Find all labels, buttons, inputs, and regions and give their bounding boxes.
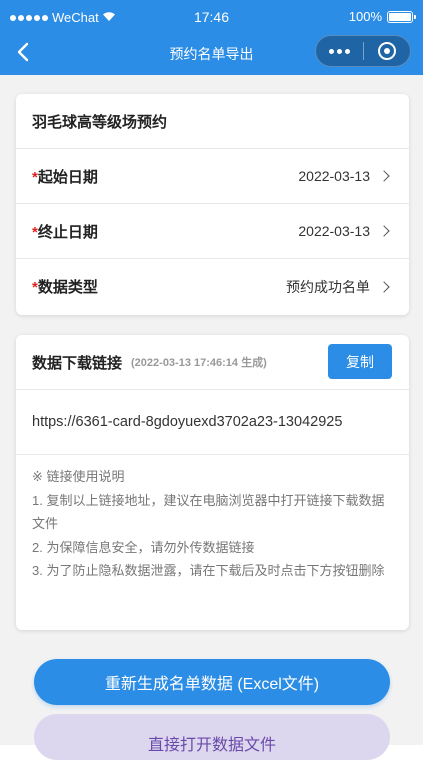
venue-title: 羽毛球高等级场预约 [16,94,409,149]
download-link-card: 数据下载链接 (2022-03-13 17:46:14 生成) 复制 https… [16,335,409,630]
download-link-title: 数据下载链接 [32,354,123,372]
more-dots-icon [328,48,334,54]
regenerate-data-button[interactable]: 重新生成名单数据 (Excel文件) [34,659,390,705]
chevron-right-icon [378,225,390,237]
usage-notes: ※ 链接使用说明 1. 复制以上链接地址，建议在电脑浏览器中打开链接下载数据文件… [16,455,409,583]
top-bar: WeChat 17:46 100% 预约名单导出 [0,0,423,75]
usage-note-3: 3. 为了防止隐私数据泄露，请在下载后及时点击下方按钮删除 [32,563,385,578]
usage-note-2: 2. 为保障信息安全，请勿外传数据链接 [32,539,255,555]
end-date-value: 2022-03-13 [298,223,370,239]
mini-program-capsule [315,35,411,67]
target-icon [377,42,396,60]
chevron-right-icon [378,280,390,293]
battery-indicator: 100% [348,9,416,24]
end-date-picker[interactable]: *终止日期 2022-03-13 [16,204,409,259]
download-link-text[interactable]: https://6361-card-8gdoyuexd3702a23-13042… [16,390,409,455]
start-date-label: 起始日期 [37,168,98,186]
data-type-label: 数据类型 [37,279,98,296]
close-mini-program-button[interactable] [363,36,410,66]
usage-note-1: 1. 复制以上链接地址，建议在电脑浏览器中打开链接下载数据文件 [32,492,385,532]
status-bar: WeChat 17:46 100% [0,0,423,30]
more-button[interactable] [316,36,363,66]
end-date-label: 终止日期 [37,223,98,241]
nav-bar: 预约名单导出 [0,30,423,75]
open-data-file-button[interactable]: 直接打开数据文件 [34,714,390,760]
start-date-picker[interactable]: *起始日期 2022-03-13 [16,149,409,204]
generated-timestamp: (2022-03-13 17:46:14 生成) [131,357,267,369]
usage-notes-title: ※ 链接使用说明 [32,469,125,484]
download-link-header: 数据下载链接 (2022-03-13 17:46:14 生成) 复制 [16,335,409,390]
start-date-value: 2022-03-13 [298,168,370,184]
data-type-value: 预约成功名单 [286,278,370,295]
chevron-right-icon [378,170,390,182]
data-type-picker[interactable]: *数据类型 预约成功名单 [16,259,409,314]
battery-icon [387,10,416,23]
battery-percent: 100% [348,9,382,24]
export-settings-card: 羽毛球高等级场预约 *起始日期 2022-03-13 *终止日期 2022-03… [16,94,409,315]
copy-button[interactable]: 复制 [328,344,392,379]
